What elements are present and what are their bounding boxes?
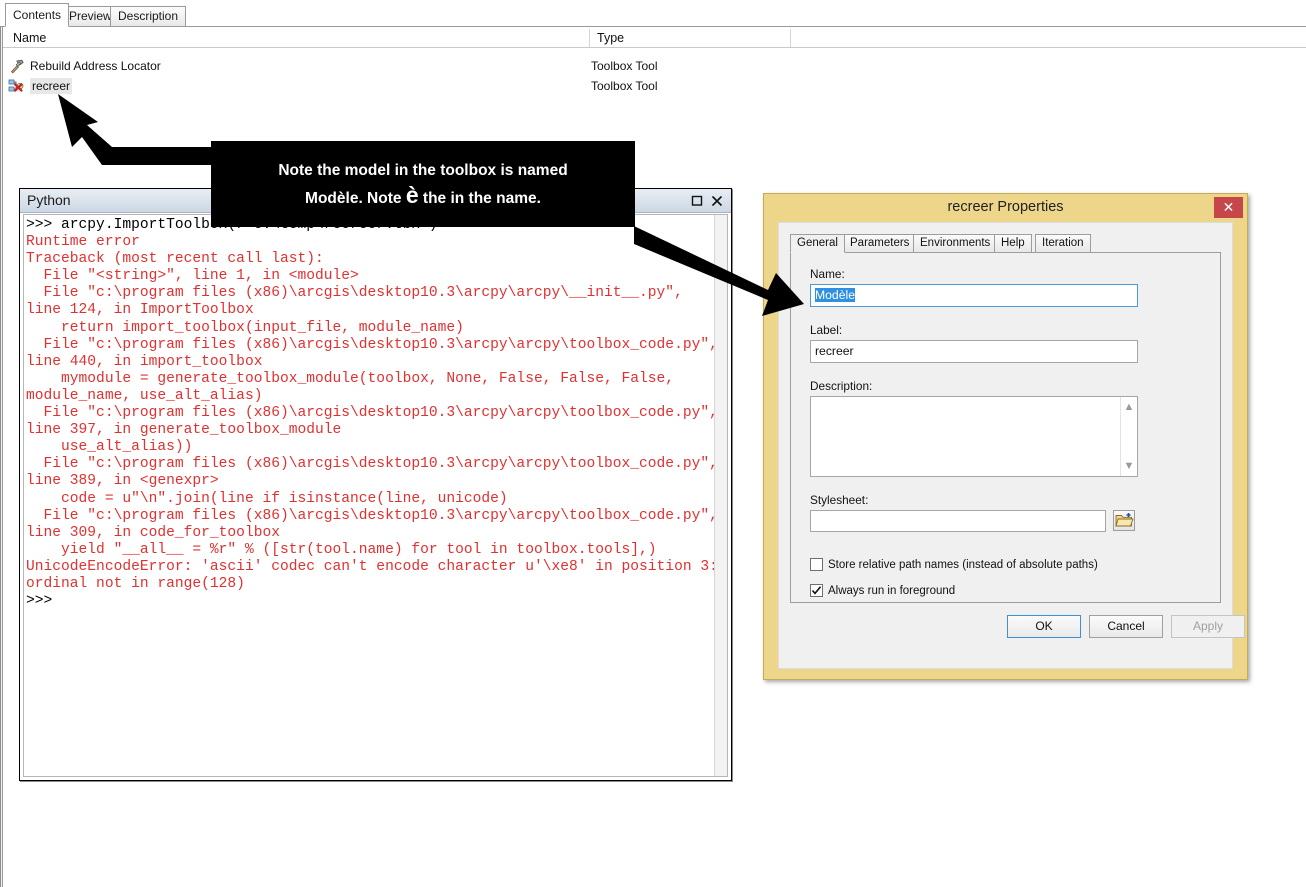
panel-left-border xyxy=(0,0,3,887)
catalog-tab-strip: Contents Preview Description xyxy=(0,0,1306,27)
tab-environments-label: Environments xyxy=(920,237,991,249)
hammer-icon xyxy=(8,58,25,74)
description-field-label: Description: xyxy=(810,379,873,393)
stylesheet-input[interactable] xyxy=(810,510,1106,532)
column-header-row: Name Type xyxy=(3,28,1306,48)
console-line: mymodule = generate_toolbox_module(toolb… xyxy=(26,370,683,404)
label-input[interactable]: recreer xyxy=(810,340,1138,363)
row-type-label: Toolbox Tool xyxy=(591,59,658,73)
cancel-button[interactable]: Cancel xyxy=(1089,615,1163,638)
console-line: File "c:\program files (x86)\arcgis\desk… xyxy=(26,507,718,541)
description-scrollbar[interactable]: ▲ ▼ xyxy=(1120,397,1137,476)
tab-contents-label: Contents xyxy=(13,8,62,22)
label-input-value: recreer xyxy=(815,344,854,358)
column-header-name[interactable]: Name xyxy=(13,28,46,48)
row-type-label: Toolbox Tool xyxy=(591,79,658,93)
callout-accent-char: è xyxy=(405,181,419,208)
console-line: >>> xyxy=(26,593,53,610)
dialog-content: General Parameters Environments Help Ite… xyxy=(778,222,1245,669)
chevron-down-icon[interactable]: ▼ xyxy=(1121,458,1137,474)
tab-parameters[interactable]: Parameters xyxy=(843,234,917,253)
close-icon[interactable]: ✕ xyxy=(1214,197,1243,218)
model-broken-icon xyxy=(8,78,25,94)
name-input[interactable]: Modèle xyxy=(810,284,1138,307)
tab-environments[interactable]: Environments xyxy=(913,234,998,253)
tab-parameters-label: Parameters xyxy=(850,237,910,249)
console-line: File "c:\program files (x86)\arcgis\desk… xyxy=(26,405,718,439)
console-line: File "c:\program files (x86)\arcgis\desk… xyxy=(26,336,718,370)
ok-button[interactable]: OK xyxy=(1007,615,1081,638)
checkbox-unchecked-icon[interactable] xyxy=(810,558,823,571)
chevron-up-icon[interactable]: ▲ xyxy=(1121,399,1137,415)
callout-line-1: Note the model in the toolbox is named xyxy=(278,161,568,179)
console-line: yield "__all__ = %r" % ([str(tool.name) … xyxy=(26,541,657,558)
recreer-properties-dialog: recreer Properties ✕ General Parameters … xyxy=(763,193,1248,680)
tab-description[interactable]: Description xyxy=(110,6,187,26)
tab-iteration-label: Iteration xyxy=(1042,237,1084,249)
annotation-callout: Note the model in the toolbox is named M… xyxy=(211,141,635,227)
checkbox-checked-icon[interactable] xyxy=(810,584,823,597)
console-line: File "c:\program files (x86)\arcgis\desk… xyxy=(26,456,718,490)
tab-iteration[interactable]: Iteration xyxy=(1035,234,1091,253)
console-line: use_alt_alias)) xyxy=(26,439,193,456)
column-header-type[interactable]: Type xyxy=(597,28,624,48)
column-divider-2[interactable] xyxy=(790,29,791,47)
column-divider-1[interactable] xyxy=(589,29,590,47)
tab-help-label: Help xyxy=(1001,237,1025,249)
console-line: code = u"\n".join(line if isinstance(lin… xyxy=(26,490,508,507)
row-name-label: Rebuild Address Locator xyxy=(30,59,161,73)
console-line: UnicodeEncodeError: 'ascii' codec can't … xyxy=(26,558,718,592)
tab-preview-label: Preview xyxy=(69,9,112,23)
python-window-title: Python xyxy=(27,192,71,208)
stylesheet-field-label: Stylesheet: xyxy=(810,493,869,507)
open-folder-icon[interactable] xyxy=(1113,510,1135,531)
dialog-titlebar[interactable]: recreer Properties ✕ xyxy=(764,194,1247,222)
tab-contents[interactable]: Contents xyxy=(5,3,70,27)
general-tab-page: Name: Modèle Label: recreer Description:… xyxy=(790,252,1221,603)
callout-line-2-post: the in the name. xyxy=(418,189,541,207)
dialog-title: recreer Properties xyxy=(947,199,1064,215)
annotation-callout-text: Note the model in the toolbox is named M… xyxy=(221,141,625,227)
annotation-arrow-right xyxy=(634,226,804,316)
store-relative-paths-label: Store relative path names (instead of ab… xyxy=(828,559,1098,571)
tab-help[interactable]: Help xyxy=(994,234,1032,253)
always-run-foreground-label: Always run in foreground xyxy=(828,585,956,597)
callout-line-2-pre: Modèle. Note xyxy=(305,189,406,207)
description-textarea[interactable]: ▲ ▼ xyxy=(810,396,1138,477)
apply-button: Apply xyxy=(1171,615,1245,638)
tab-description-label: Description xyxy=(118,9,179,23)
